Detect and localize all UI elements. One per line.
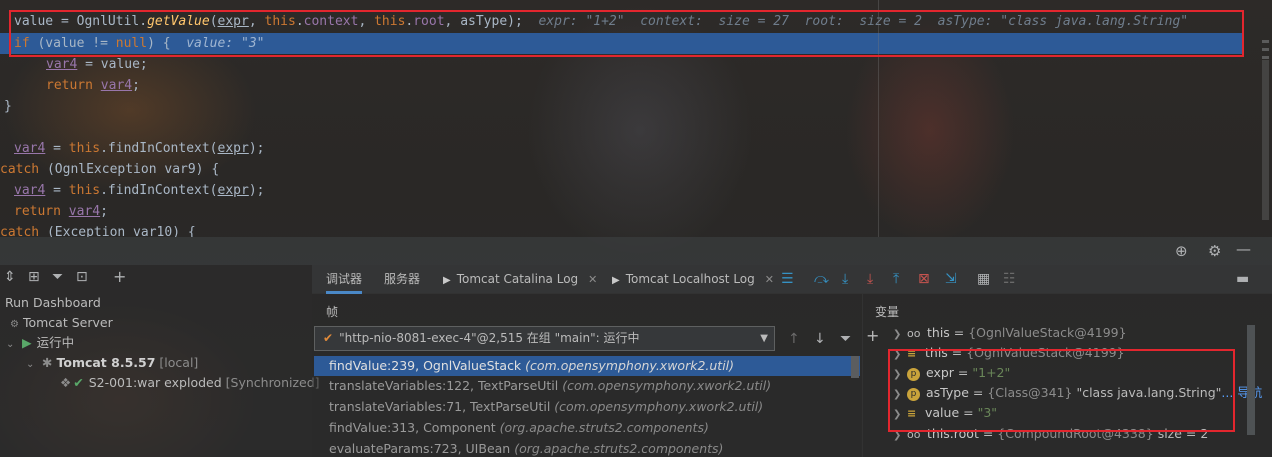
run-dashboard-title: Run Dashboard (5, 295, 101, 310)
variables-scrollbar[interactable] (1247, 325, 1255, 435)
drop-frame-icon[interactable]: ⊠ (918, 271, 930, 287)
code-line-9[interactable]: return var4; (14, 201, 108, 222)
frame-row[interactable]: findValue:239, OgnlValueStack (com.opens… (314, 356, 860, 376)
log-icon: ▶ (443, 275, 451, 286)
chevron-down-icon[interactable]: ⌄ (6, 335, 16, 355)
add-watch-icon[interactable]: + (866, 326, 879, 345)
next-frame-icon[interactable]: ↓ (814, 331, 826, 347)
layout-icon[interactable]: ▬ (1236, 271, 1249, 287)
variable-row[interactable]: ❯ oo this = {OgnlValueStack@4199} (893, 323, 1127, 343)
force-step-into-icon[interactable]: ⤓ (867, 271, 873, 287)
annotation-red-box-code (9, 10, 1244, 57)
variables-title: 变量 (875, 305, 900, 319)
server-icon: ⚙ (10, 319, 19, 330)
add-icon[interactable]: + (113, 267, 126, 286)
crosshair-icon[interactable]: ⊕ (1175, 242, 1188, 260)
frames-title: 帧 (326, 305, 339, 319)
code-line-3[interactable]: var4 = value; (46, 54, 148, 75)
evaluate-icon[interactable]: ▦ (977, 271, 990, 287)
tomcat-icon: ✱ (42, 355, 53, 370)
tab-catalina-log[interactable]: ▶ Tomcat Catalina Log ✕ (443, 265, 597, 294)
tree-item-running[interactable]: ⌄ ▶ 运行中 (6, 333, 74, 353)
artifact-icon: ❖ (60, 375, 72, 390)
code-line-10[interactable]: catch (Exception var10) { (0, 222, 196, 237)
debug-tool-window-header (0, 237, 1272, 265)
frames-layout-icon[interactable]: ☰ (781, 271, 794, 287)
run-to-cursor-icon[interactable]: ⇲ (945, 271, 957, 287)
collapse-icon[interactable]: ⇕ (4, 269, 16, 285)
tab-debugger[interactable]: 调试器 (326, 265, 363, 294)
tree-item-tomcat-server[interactable]: ⚙ Tomcat Server (10, 313, 113, 333)
frame-row[interactable]: evaluateParams:723, UIBean (org.apache.s… (314, 439, 860, 457)
chevron-down-icon[interactable]: ⌄ (26, 355, 36, 375)
check-icon: ✔ (73, 375, 84, 390)
tab-server[interactable]: 服务器 (384, 265, 420, 294)
scroll-marker (1262, 56, 1269, 59)
frame-row[interactable]: translateVariables:71, TextParseUtil (co… (314, 397, 860, 417)
code-line-6[interactable]: var4 = this.findInContext(expr); (14, 138, 264, 159)
code-line-8[interactable]: var4 = this.findInContext(expr); (14, 180, 264, 201)
code-line-7[interactable]: catch (OgnlException var9) { (0, 159, 219, 180)
previous-frame-icon[interactable]: ↑ (788, 331, 800, 347)
annotation-red-box-variables (888, 349, 1235, 432)
thread-selector[interactable]: ✔ "http-nio-8081-exec-4"@2,515 在组 "main":… (314, 326, 775, 351)
scroll-marker (1262, 40, 1269, 43)
group-icon[interactable]: ⊞ (28, 269, 40, 285)
watch-icon: oo (907, 327, 921, 340)
code-line-4[interactable]: return var4; (46, 75, 140, 96)
log-icon: ▶ (612, 275, 620, 286)
tab-localhost-log[interactable]: ▶ Tomcat Localhost Log ✕ (612, 265, 774, 294)
add-config-icon[interactable]: ⊡ (76, 269, 88, 285)
scroll-marker (1262, 48, 1269, 51)
tree-item-tomcat[interactable]: ⌄ ✱ Tomcat 8.5.57 [local] (26, 353, 198, 373)
frames-scrollbar[interactable] (851, 356, 859, 378)
filter-icon[interactable]: ⏷ (52, 269, 63, 285)
close-icon[interactable]: ✕ (588, 273, 597, 286)
run-icon: ▶ (22, 335, 32, 350)
step-over-icon[interactable]: ⤼ (814, 271, 829, 287)
step-into-icon[interactable]: ⤓ (842, 271, 848, 287)
step-out-icon[interactable]: ⤒ (893, 271, 899, 287)
close-icon[interactable]: ✕ (765, 273, 774, 286)
frame-row[interactable]: translateVariables:122, TextParseUtil (c… (314, 376, 860, 396)
frame-row[interactable]: findValue:313, Component (org.apache.str… (314, 418, 860, 438)
chevron-down-icon: ▼ (760, 333, 768, 344)
tree-item-artifact[interactable]: ❖ ✔ S2-001:war exploded [Synchronized] (60, 373, 320, 393)
filter-icon[interactable]: ⏷ (840, 331, 851, 347)
editor-scrollbar[interactable] (1262, 60, 1269, 220)
gear-icon[interactable]: ⚙ (1208, 242, 1221, 260)
trace-icon[interactable]: ☷ (1003, 271, 1016, 287)
minimize-icon[interactable]: — (1236, 240, 1251, 258)
check-icon: ✔ (323, 331, 334, 345)
chevron-right-icon[interactable]: ❯ (893, 325, 907, 345)
code-line-5[interactable]: } (4, 96, 12, 117)
